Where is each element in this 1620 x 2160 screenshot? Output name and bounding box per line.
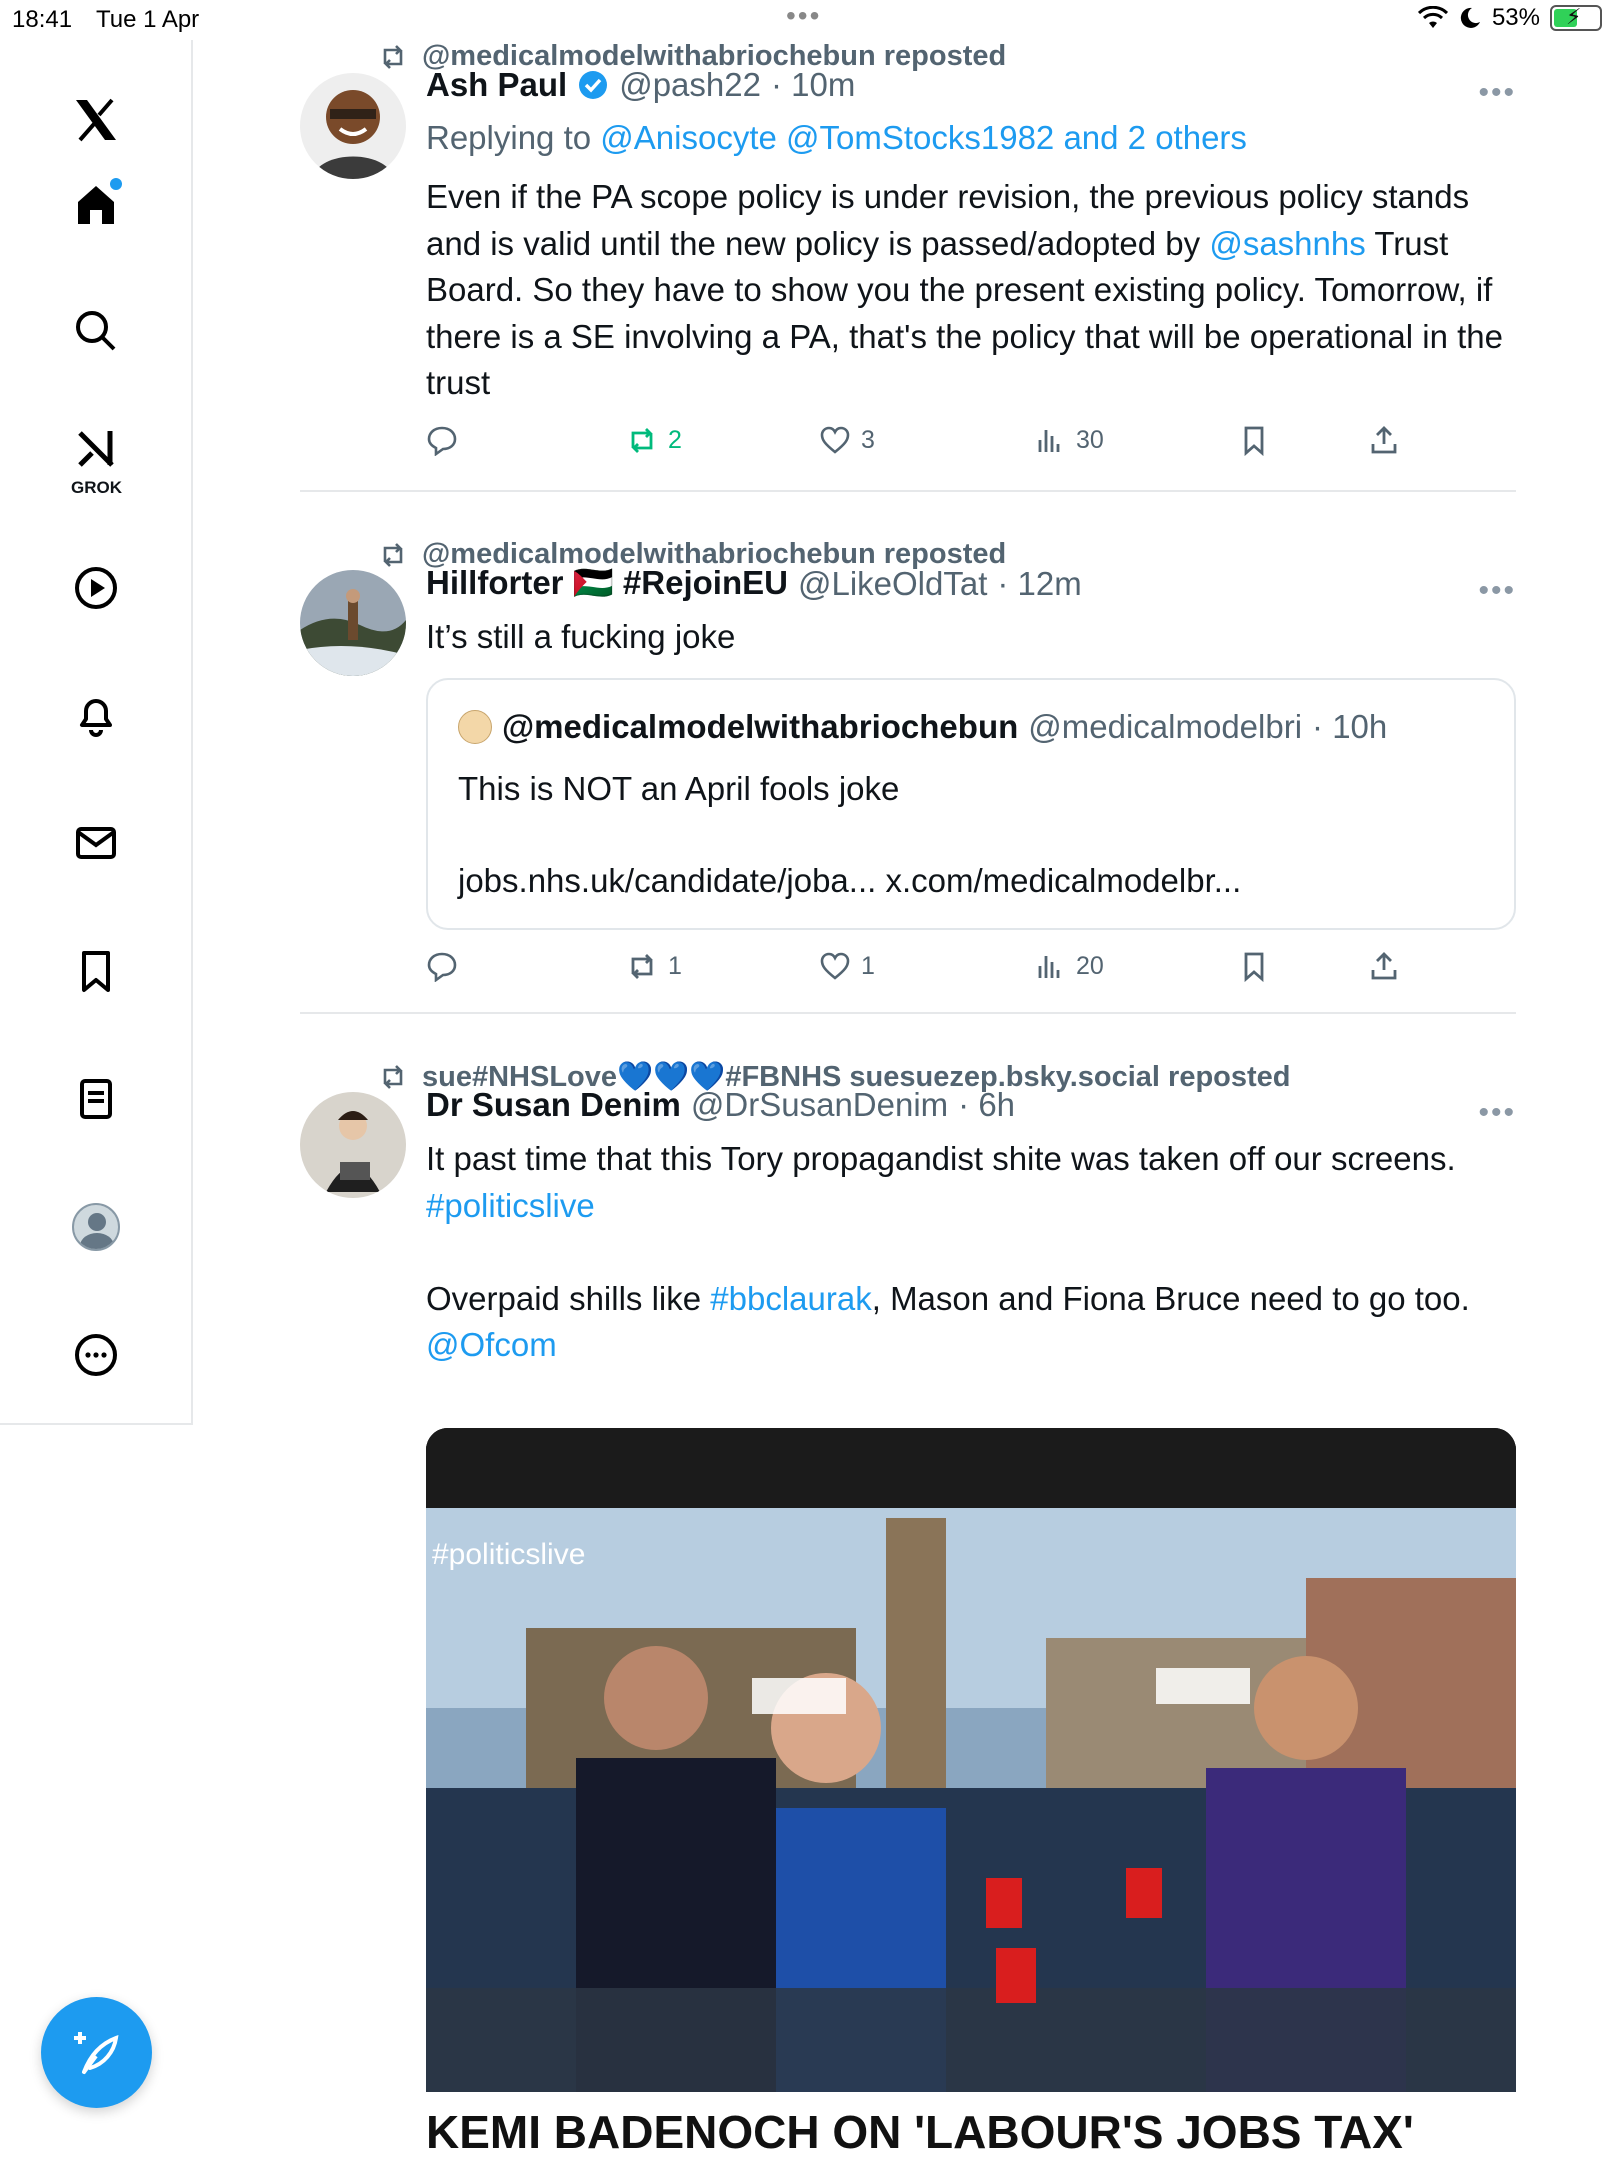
mention-link[interactable]: @sashnhs <box>1209 225 1365 262</box>
bookmark-icon <box>1244 426 1264 456</box>
tweet-divider <box>300 490 1516 492</box>
repost-count: 2 <box>668 425 682 454</box>
heart-icon <box>820 426 850 454</box>
author-avatar[interactable] <box>300 1092 406 1198</box>
hashtag-link[interactable]: #politicslive <box>426 1187 595 1224</box>
author-handle[interactable]: @DrSusanDenim <box>691 1086 948 1124</box>
repost-button[interactable]: 1 <box>626 950 682 982</box>
author-name[interactable]: Dr Susan Denim <box>426 1086 681 1124</box>
reply-icon <box>427 426 457 456</box>
wifi-icon <box>1417 6 1448 28</box>
repost-count: 1 <box>668 951 682 980</box>
like-count: 1 <box>861 951 875 980</box>
replying-prefix: Replying to <box>426 119 601 156</box>
views-button[interactable]: 30 <box>1034 424 1104 456</box>
quoted-author-handle[interactable]: @medicalmodelbri <box>1028 708 1302 746</box>
view-count: 30 <box>1076 425 1104 454</box>
repost-button[interactable]: 2 <box>626 424 682 456</box>
battery-icon: ⚡ <box>1550 4 1602 31</box>
quoted-tweet[interactable]: @medicalmodelwithabriochebun @medicalmod… <box>426 678 1516 930</box>
author-handle[interactable]: @LikeOldTat <box>798 565 987 603</box>
tweet-actions: 2 3 30 <box>426 424 1426 464</box>
hashtag-link[interactable]: #bbclaurak <box>710 1280 871 1317</box>
tweet-time[interactable]: · 10m <box>771 66 855 104</box>
tweet-more-icon[interactable]: ••• <box>1478 76 1516 110</box>
moon-icon <box>1460 7 1480 28</box>
like-count: 3 <box>861 425 875 454</box>
tweet-media-image[interactable]: #politicslive KEMI BADENOCH ON 'LABOUR'S… <box>426 1428 1516 2160</box>
share-button[interactable] <box>1368 424 1400 456</box>
multitask-dots[interactable]: ••• <box>786 0 821 32</box>
repost-icon <box>383 542 403 567</box>
tweet-text: It’s still a fucking joke <box>426 618 736 655</box>
views-chart-icon <box>1038 430 1060 452</box>
quoted-tweet-header: @medicalmodelwithabriochebun @medicalmod… <box>458 708 1387 746</box>
quoted-author-name[interactable]: @medicalmodelwithabriochebun <box>502 708 1018 746</box>
reply-button[interactable] <box>426 424 468 456</box>
views-button[interactable]: 20 <box>1034 950 1104 982</box>
tweet-text: Even if the PA scope policy is under rev… <box>426 174 1516 407</box>
repost-icon <box>383 1065 403 1089</box>
tweet-1[interactable]: @medicalmodelwithabriochebun reposted As… <box>300 40 1516 490</box>
tv-studio-image <box>426 1428 1516 2160</box>
compose-post-button[interactable] <box>41 1997 152 2108</box>
tweet-header: Hillforter 🇵🇸 #RejoinEU @LikeOldTat · 12… <box>426 564 1082 603</box>
quoted-tweet-time[interactable]: · 10h <box>1312 708 1387 746</box>
verified-badge-icon <box>579 71 608 99</box>
tweet-text-part: Overpaid shills like <box>426 1279 711 1317</box>
reply-button[interactable] <box>426 950 468 982</box>
author-avatar[interactable] <box>300 73 406 179</box>
tweet-actions: 1 1 20 <box>426 950 1426 990</box>
tweet-time[interactable]: · 6h <box>958 1086 1015 1124</box>
tweet-2[interactable]: @medicalmodelwithabriochebun reposted Hi… <box>300 538 1516 1018</box>
heart-icon <box>820 952 850 980</box>
views-chart-icon <box>1038 956 1060 978</box>
author-name[interactable]: Hillforter 🇵🇸 #RejoinEU <box>426 564 788 603</box>
bookmark-button[interactable] <box>1238 950 1270 982</box>
like-button[interactable]: 3 <box>819 424 875 456</box>
bookmark-icon <box>1244 952 1264 982</box>
repost-icon <box>383 44 403 69</box>
status-time: 18:41 <box>12 6 73 33</box>
tweet-3[interactable]: sue#NHSLove💙💙💙#FBNHS suesuezep.bsky.soci… <box>300 1060 1516 2160</box>
media-caption-banner: KEMI BADENOCH ON 'LABOUR'S JOBS TAX' <box>426 2092 1516 2160</box>
tweet-text: It past time that this Tory propagandist… <box>426 1136 1516 1369</box>
like-button[interactable]: 1 <box>819 950 875 982</box>
share-icon <box>1371 426 1397 454</box>
share-button[interactable] <box>1368 950 1400 982</box>
repost-icon <box>631 428 653 453</box>
share-icon <box>1371 952 1397 980</box>
quoted-tweet-links[interactable]: jobs.nhs.uk/candidate/joba... x.com/medi… <box>458 862 1241 900</box>
tweet-more-icon[interactable]: ••• <box>1478 1096 1516 1130</box>
status-date: Tue 1 Apr <box>96 6 200 33</box>
quoted-author-avatar[interactable] <box>458 710 492 744</box>
tweet-header: Ash Paul @pash22 · 10m <box>426 66 855 104</box>
tweet-text-part: , Mason and Fiona Bruce need to go too. <box>871 1279 1470 1317</box>
compose-feather-icon <box>73 2031 118 2074</box>
mention-link[interactable]: @Ofcom <box>426 1326 557 1363</box>
author-name[interactable]: Ash Paul <box>426 66 567 104</box>
author-handle[interactable]: @pash22 <box>619 66 761 104</box>
reply-icon <box>427 952 457 982</box>
battery-percent: 53% <box>1491 4 1540 31</box>
replying-to-users[interactable]: @Anisocyte @TomStocks1982 and 2 others <box>600 119 1247 156</box>
author-avatar[interactable] <box>300 570 406 676</box>
media-caption-text: KEMI BADENOCH ON 'LABOUR'S JOBS TAX' <box>426 2106 1414 2158</box>
tweet-header: Dr Susan Denim @DrSusanDenim · 6h <box>426 1086 1015 1124</box>
bookmark-button[interactable] <box>1238 424 1270 456</box>
sidebar-rail <box>0 40 193 1425</box>
view-count: 20 <box>1076 951 1104 980</box>
tweet-more-icon[interactable]: ••• <box>1478 574 1516 608</box>
tweet-time[interactable]: · 12m <box>997 565 1081 603</box>
repost-icon <box>631 954 653 979</box>
replying-to: Replying to @Anisocyte @TomStocks1982 an… <box>426 119 1247 157</box>
tweet-text-part: It past time that this Tory propagandist… <box>426 1140 1456 1177</box>
tweet-divider <box>300 1012 1516 1014</box>
status-bar: 18:41 Tue 1 Apr ••• 53% ⚡ <box>0 0 1620 40</box>
quoted-tweet-text: This is NOT an April fools joke <box>458 770 900 807</box>
media-overlay-hashtag: #politicslive <box>432 1538 586 1571</box>
